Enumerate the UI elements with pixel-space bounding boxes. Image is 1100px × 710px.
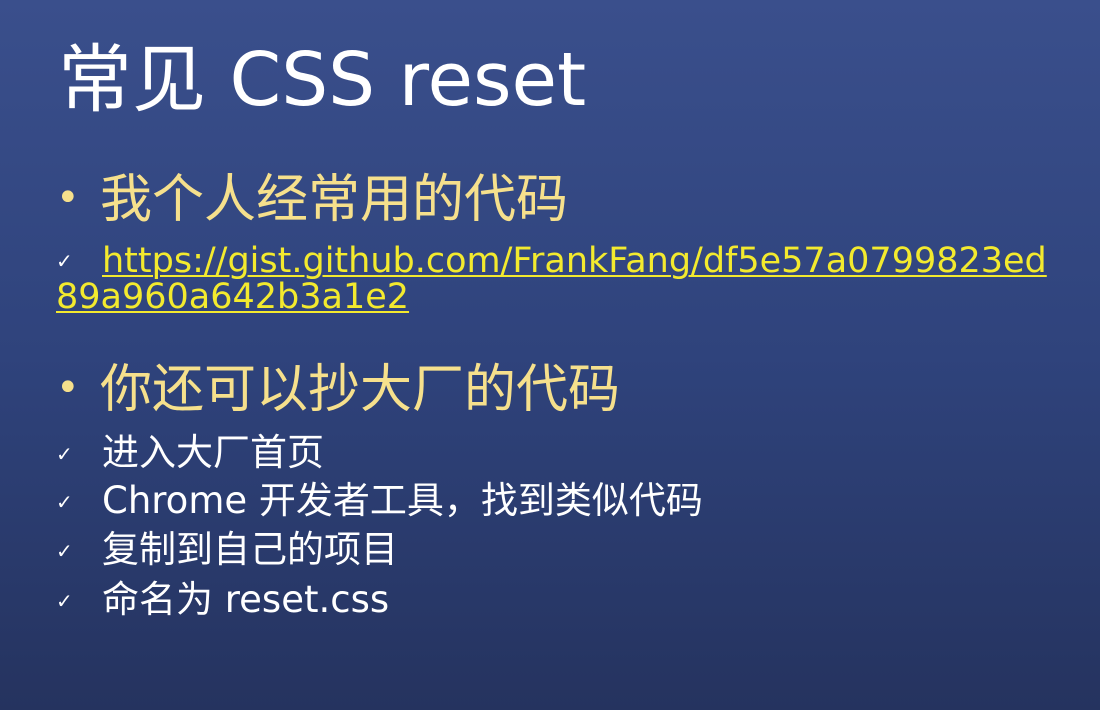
list-item: ✓ 复制到自己的项目 <box>56 528 398 571</box>
bullet-icon: • <box>56 175 80 221</box>
list-item-label: 复制到自己的项目 <box>102 528 398 571</box>
section-heading-1: • 我个人经常用的代码 <box>56 170 569 230</box>
slide: 常见 CSS reset • 我个人经常用的代码 ✓ https://gist.gi… <box>0 0 1100 710</box>
bullet-icon: • <box>56 365 80 411</box>
list-item: ✓ Chrome 开发者工具，找到类似代码 <box>56 479 703 522</box>
check-icon: ✓ <box>56 539 73 563</box>
section-heading-2: • 你还可以抄大厂的代码 <box>56 360 621 420</box>
list-item-label: Chrome 开发者工具，找到类似代码 <box>102 479 703 522</box>
section-heading-1-label: 我个人经常用的代码 <box>100 170 569 230</box>
check-icon: ✓ <box>56 490 73 514</box>
gist-link[interactable]: https://gist.github.com/FrankFang/df5e57… <box>56 241 1047 317</box>
slide-title: 常见 CSS reset <box>58 37 587 123</box>
check-icon: ✓ <box>56 249 73 273</box>
list-item-label: 进入大厂首页 <box>102 431 324 474</box>
check-icon: ✓ <box>56 442 73 466</box>
gist-link-item: ✓ https://gist.github.com/FrankFang/df5e5… <box>56 243 1066 315</box>
section-heading-2-label: 你还可以抄大厂的代码 <box>100 360 621 420</box>
list-item: ✓ 进入大厂首页 <box>56 431 324 474</box>
check-icon: ✓ <box>56 589 73 613</box>
list-item-label: 命名为 reset.css <box>102 578 390 621</box>
list-item: ✓ 命名为 reset.css <box>56 578 390 621</box>
